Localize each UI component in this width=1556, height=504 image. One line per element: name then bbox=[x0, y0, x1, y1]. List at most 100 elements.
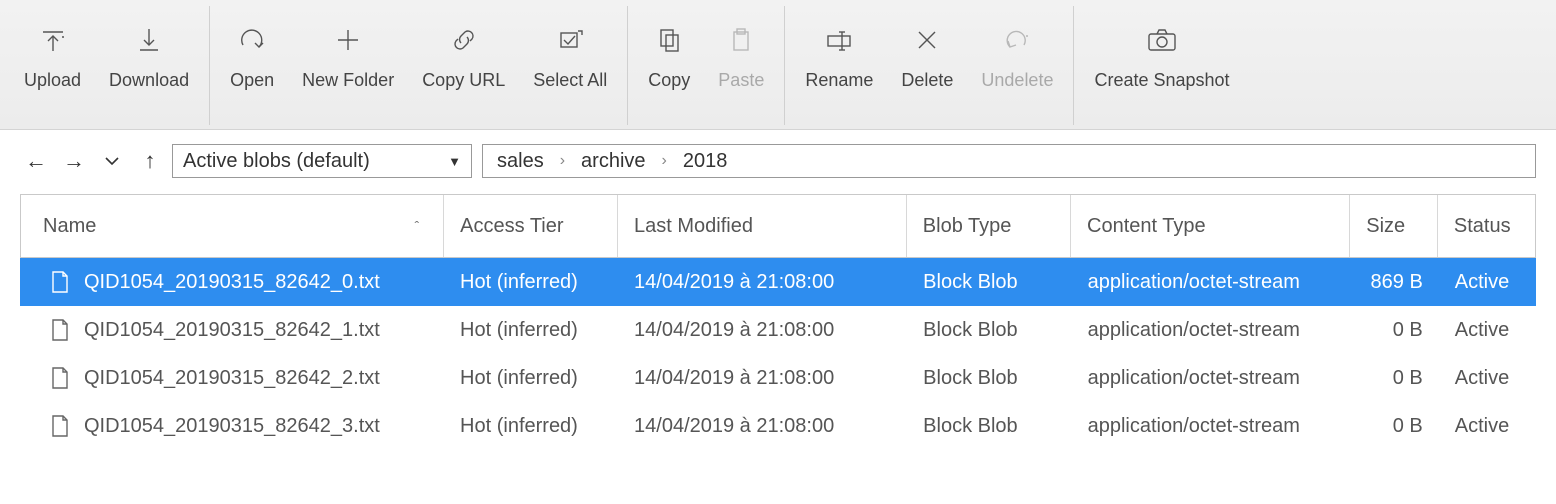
download-icon bbox=[132, 16, 166, 64]
undelete-label: Undelete bbox=[981, 70, 1053, 91]
snapshot-label: Create Snapshot bbox=[1094, 70, 1229, 91]
cell-tier: Hot (inferred) bbox=[444, 319, 618, 342]
delete-button[interactable]: Delete bbox=[887, 6, 967, 125]
cell-size: 869 B bbox=[1351, 271, 1439, 294]
cell-ctype: application/octet-stream bbox=[1072, 271, 1352, 294]
blob-filter-dropdown[interactable]: Active blobs (default) ▼ bbox=[172, 144, 472, 178]
cell-size: 0 B bbox=[1351, 319, 1439, 342]
breadcrumb-segment-0[interactable]: sales bbox=[497, 150, 544, 173]
dropdown-caret-icon: ▼ bbox=[448, 154, 461, 169]
rename-label: Rename bbox=[805, 70, 873, 91]
rename-icon bbox=[822, 16, 856, 64]
cell-size: 0 B bbox=[1351, 415, 1439, 438]
sort-asc-icon: ˆ bbox=[415, 218, 420, 234]
blob-table: Name ˆ Access Tier Last Modified Blob Ty… bbox=[20, 194, 1536, 450]
toolbar: Upload Download Open New Folder Copy bbox=[0, 0, 1556, 130]
col-ctype-label: Content Type bbox=[1087, 215, 1206, 238]
upload-button[interactable]: Upload bbox=[10, 6, 95, 125]
cell-name: QID1054_20190315_82642_1.txt bbox=[84, 319, 380, 342]
cell-modified: 14/04/2019 à 21:08:00 bbox=[618, 415, 907, 438]
link-icon bbox=[447, 16, 481, 64]
cell-name: QID1054_20190315_82642_0.txt bbox=[84, 271, 380, 294]
table-body: QID1054_20190315_82642_0.txt Hot (inferr… bbox=[20, 258, 1536, 450]
toolbar-group-transfer: Upload Download bbox=[4, 6, 210, 125]
col-modified[interactable]: Last Modified bbox=[618, 195, 907, 257]
col-ctype[interactable]: Content Type bbox=[1071, 195, 1350, 257]
camera-icon bbox=[1143, 16, 1181, 64]
cell-modified: 14/04/2019 à 21:08:00 bbox=[618, 271, 907, 294]
cell-ctype: application/octet-stream bbox=[1072, 367, 1352, 390]
cell-status: Active bbox=[1439, 415, 1536, 438]
col-modified-label: Last Modified bbox=[634, 215, 753, 238]
breadcrumb-segment-2[interactable]: 2018 bbox=[683, 150, 728, 173]
toolbar-group-clipboard: Copy Paste bbox=[628, 6, 785, 125]
cell-name: QID1054_20190315_82642_3.txt bbox=[84, 415, 380, 438]
nav-up-icon[interactable]: ↑ bbox=[138, 149, 162, 173]
rename-button[interactable]: Rename bbox=[791, 6, 887, 125]
cell-ctype: application/octet-stream bbox=[1072, 415, 1352, 438]
cell-tier: Hot (inferred) bbox=[444, 271, 618, 294]
nav-forward-icon[interactable]: → bbox=[62, 149, 86, 173]
breadcrumb-segment-1[interactable]: archive bbox=[581, 150, 645, 173]
upload-label: Upload bbox=[24, 70, 81, 91]
cell-status: Active bbox=[1439, 367, 1536, 390]
toolbar-group-actions: Open New Folder Copy URL Select All bbox=[210, 6, 628, 125]
create-snapshot-button[interactable]: Create Snapshot bbox=[1080, 6, 1243, 125]
blob-filter-value: Active blobs (default) bbox=[183, 150, 370, 173]
nav-back-icon[interactable]: ← bbox=[24, 149, 48, 173]
open-button[interactable]: Open bbox=[216, 6, 288, 125]
cell-blob: Block Blob bbox=[907, 415, 1071, 438]
paste-label: Paste bbox=[718, 70, 764, 91]
open-icon bbox=[235, 16, 269, 64]
cell-blob: Block Blob bbox=[907, 271, 1071, 294]
delete-icon bbox=[910, 16, 944, 64]
col-size[interactable]: Size bbox=[1350, 195, 1438, 257]
undelete-button: Undelete bbox=[967, 6, 1067, 125]
new-folder-button[interactable]: New Folder bbox=[288, 6, 408, 125]
copy-url-button[interactable]: Copy URL bbox=[408, 6, 519, 125]
new-folder-icon bbox=[331, 16, 365, 64]
cell-status: Active bbox=[1439, 271, 1536, 294]
col-name-label: Name bbox=[43, 215, 96, 238]
nav-arrows: ← → ↑ bbox=[24, 149, 162, 173]
col-tier-label: Access Tier bbox=[460, 215, 563, 238]
cell-modified: 14/04/2019 à 21:08:00 bbox=[618, 319, 907, 342]
cell-blob: Block Blob bbox=[907, 367, 1071, 390]
file-icon bbox=[50, 414, 72, 438]
delete-label: Delete bbox=[901, 70, 953, 91]
table-row[interactable]: QID1054_20190315_82642_0.txt Hot (inferr… bbox=[20, 258, 1536, 306]
copy-url-label: Copy URL bbox=[422, 70, 505, 91]
col-blob-label: Blob Type bbox=[923, 215, 1012, 238]
table-header-row: Name ˆ Access Tier Last Modified Blob Ty… bbox=[20, 194, 1536, 258]
col-status[interactable]: Status bbox=[1438, 195, 1535, 257]
breadcrumb-separator-icon: › bbox=[560, 152, 565, 170]
toolbar-group-modify: Rename Delete Undelete bbox=[785, 6, 1074, 125]
file-icon bbox=[50, 318, 72, 342]
nav-down-icon[interactable] bbox=[100, 149, 124, 173]
table-row[interactable]: QID1054_20190315_82642_2.txt Hot (inferr… bbox=[20, 354, 1536, 402]
cell-blob: Block Blob bbox=[907, 319, 1071, 342]
file-icon bbox=[50, 270, 72, 294]
select-all-button[interactable]: Select All bbox=[519, 6, 621, 125]
select-all-label: Select All bbox=[533, 70, 607, 91]
col-name[interactable]: Name ˆ bbox=[21, 195, 444, 257]
table-row[interactable]: QID1054_20190315_82642_1.txt Hot (inferr… bbox=[20, 306, 1536, 354]
file-icon bbox=[50, 366, 72, 390]
table-row[interactable]: QID1054_20190315_82642_3.txt Hot (inferr… bbox=[20, 402, 1536, 450]
copy-button[interactable]: Copy bbox=[634, 6, 704, 125]
undelete-icon bbox=[1000, 16, 1034, 64]
cell-size: 0 B bbox=[1351, 367, 1439, 390]
upload-icon bbox=[36, 16, 70, 64]
cell-tier: Hot (inferred) bbox=[444, 415, 618, 438]
cell-ctype: application/octet-stream bbox=[1072, 319, 1352, 342]
copy-icon bbox=[652, 16, 686, 64]
toolbar-group-snapshot: Create Snapshot bbox=[1074, 6, 1249, 125]
open-label: Open bbox=[230, 70, 274, 91]
cell-modified: 14/04/2019 à 21:08:00 bbox=[618, 367, 907, 390]
col-tier[interactable]: Access Tier bbox=[444, 195, 618, 257]
new-folder-label: New Folder bbox=[302, 70, 394, 91]
col-size-label: Size bbox=[1366, 215, 1405, 238]
paste-button: Paste bbox=[704, 6, 778, 125]
download-button[interactable]: Download bbox=[95, 6, 203, 125]
col-blob[interactable]: Blob Type bbox=[907, 195, 1071, 257]
